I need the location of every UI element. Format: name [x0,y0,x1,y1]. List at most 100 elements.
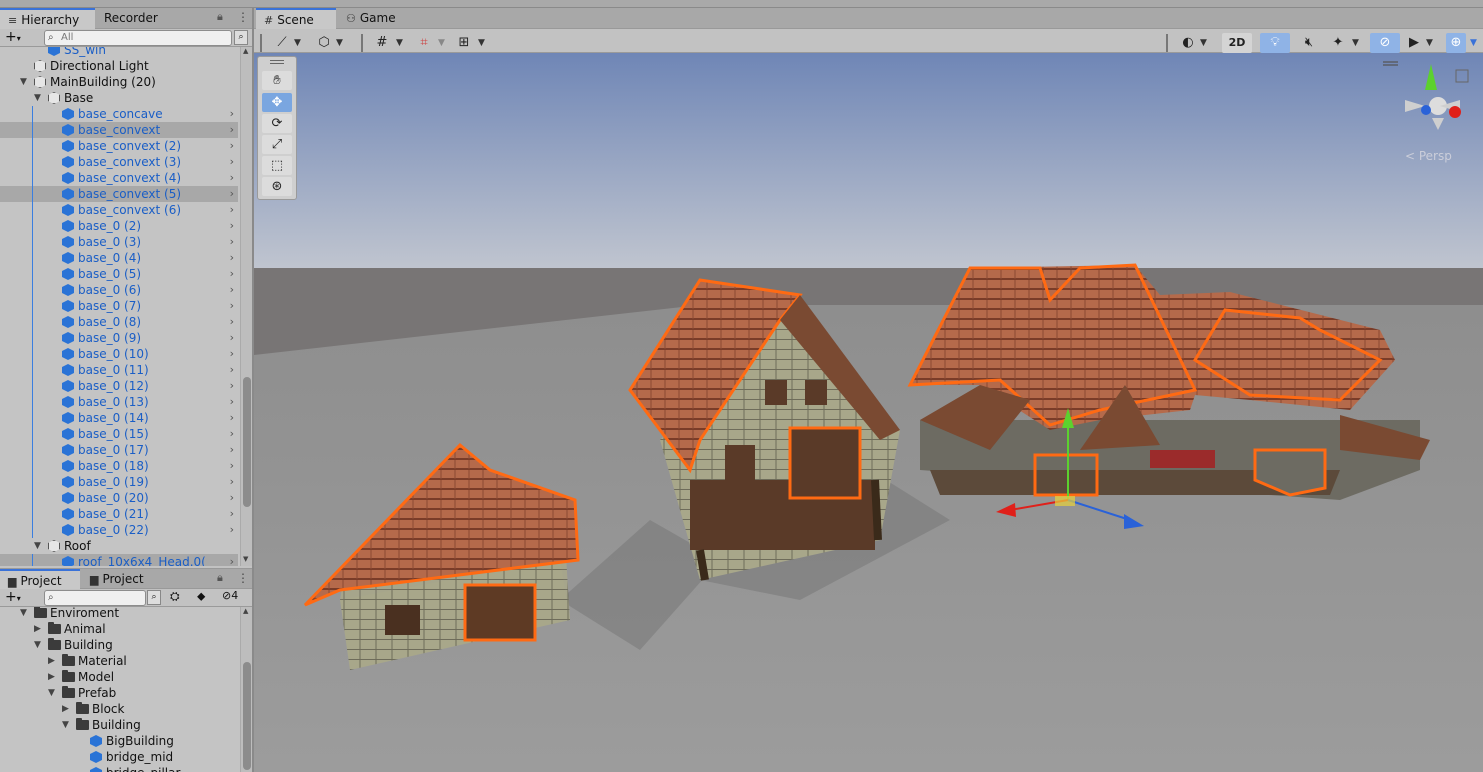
filter-by-type-icon[interactable]: ⛭ [170,589,180,604]
scroll-down-icon[interactable]: ▼ [243,555,248,563]
move-tool-icon[interactable]: ✥ [262,93,292,112]
hierarchy-row[interactable]: base_0 (5) › [0,266,238,282]
project-row[interactable]: ▼ Enviroment [0,607,238,621]
scroll-up-icon[interactable]: ▲ [243,47,248,55]
kebab-menu-icon[interactable]: ⋮ [237,10,249,24]
scroll-thumb[interactable] [243,377,251,507]
chevron-right-icon[interactable]: › [230,170,234,186]
chevron-down-icon[interactable]: ▼ [1352,33,1359,53]
chevron-right-icon[interactable]: › [230,298,234,314]
ruler-icon[interactable]: ⊞ [454,33,474,53]
chevron-down-icon[interactable]: ▼ [1470,33,1477,53]
chevron-right-icon[interactable]: › [230,378,234,394]
transform-tool-icon[interactable]: ⊛ [262,177,292,196]
hierarchy-row[interactable]: base_0 (21) › [0,506,238,522]
hierarchy-row[interactable]: base_concave › [0,106,238,122]
hidden-packages-toggle[interactable]: ⊘4 [222,589,238,602]
hierarchy-row[interactable]: base_0 (11) › [0,362,238,378]
plane-handle[interactable] [1055,496,1075,506]
chevron-right-icon[interactable]: › [230,154,234,170]
lock-icon[interactable]: 🔒︎ [217,571,223,585]
scale-tool-icon[interactable]: ⤢ [262,135,292,154]
chevron-down-icon[interactable]: ▼ [1200,33,1207,53]
chevron-right-icon[interactable]: › [230,186,234,202]
hierarchy-row[interactable]: base_convext (3) › [0,154,238,170]
chevron-right-icon[interactable]: › [230,106,234,122]
chevron-right-icon[interactable]: › [230,554,234,566]
hierarchy-row[interactable]: base_0 (4) › [0,250,238,266]
tab-project-1[interactable]: ▆ Project [0,569,80,590]
expand-arrow-icon[interactable]: ▼ [20,74,27,90]
hierarchy-row[interactable]: base_convext › [0,122,238,138]
kebab-menu-icon[interactable]: ⋮ [237,571,249,585]
hierarchy-row[interactable]: ▼ MainBuilding (20) [0,74,238,90]
gizmos-icon[interactable]: ⊕ [1446,33,1466,53]
hierarchy-row[interactable]: base_0 (17) › [0,442,238,458]
hierarchy-row[interactable]: ▼ Base [0,90,238,106]
hierarchy-row[interactable]: base_convext (5) › [0,186,238,202]
tab-scene[interactable]: # Scene [256,8,336,29]
hierarchy-row[interactable]: base_0 (13) › [0,394,238,410]
tab-game[interactable]: ⚇ Game [338,8,404,29]
chevron-down-icon[interactable]: ▼ [396,33,403,53]
rect-tool-icon[interactable]: ⬚ [262,156,292,175]
project-row[interactable]: ▶ Block [0,701,238,717]
expand-arrow-icon[interactable]: ▼ [48,685,55,701]
tab-hierarchy[interactable]: ≡ Hierarchy [0,8,95,29]
expand-arrow-icon[interactable]: ▼ [34,90,41,106]
expand-arrow-icon[interactable]: ▶ [48,653,55,669]
chevron-right-icon[interactable]: › [230,458,234,474]
project-row[interactable]: BigBuilding [0,733,238,749]
filter-by-label-icon[interactable]: ⬥ [197,589,205,604]
project-row[interactable]: ▼ Building [0,717,238,733]
add-button[interactable]: +▾ [5,29,21,47]
project-scrollbar[interactable]: ▲ [240,607,252,772]
project-row[interactable]: bridge_pillar [0,765,238,772]
hierarchy-row[interactable]: base_0 (9) › [0,330,238,346]
chevron-right-icon[interactable]: › [230,410,234,426]
chevron-right-icon[interactable]: › [230,282,234,298]
project-row[interactable]: ▶ Animal [0,621,238,637]
hierarchy-row[interactable]: base_convext (4) › [0,170,238,186]
hierarchy-row[interactable]: ▼ Roof [0,538,238,554]
chevron-right-icon[interactable]: › [230,346,234,362]
hierarchy-row[interactable]: Directional Light [0,58,238,74]
audio-toggle-icon[interactable]: 🔇︎ [1294,33,1324,53]
project-search-input[interactable]: ⌕ [44,590,146,606]
hierarchy-row[interactable]: base_0 (14) › [0,410,238,426]
increment-snap-icon[interactable]: ⌗ [414,33,434,53]
lighting-toggle-icon[interactable]: 💡︎ [1260,33,1290,53]
chevron-right-icon[interactable]: › [230,250,234,266]
hierarchy-row[interactable]: base_0 (20) › [0,490,238,506]
scroll-up-icon[interactable]: ▲ [243,607,248,615]
project-row[interactable]: ▼ Prefab [0,685,238,701]
search-filter-icon[interactable]: ⌕ [234,30,248,45]
chevron-right-icon[interactable]: › [230,202,234,218]
hierarchy-row[interactable]: base_0 (15) › [0,426,238,442]
chevron-down-icon[interactable]: ▼ [1426,33,1433,53]
hierarchy-row[interactable]: base_0 (8) › [0,314,238,330]
chevron-down-icon[interactable]: ▼ [336,33,343,53]
hierarchy-row[interactable]: base_convext (6) › [0,202,238,218]
camera-icon[interactable]: ▶︎ [1404,33,1424,53]
hand-tool-icon[interactable]: ✋︎ [262,71,292,90]
hierarchy-row[interactable]: base_0 (12) › [0,378,238,394]
project-row[interactable]: bridge_mid [0,749,238,765]
scroll-thumb[interactable] [243,662,251,770]
hierarchy-search-input[interactable]: ⌕ All [44,30,232,46]
expand-arrow-icon[interactable]: ▶ [48,669,55,685]
chevron-right-icon[interactable]: › [230,122,234,138]
project-row[interactable]: ▼ Building [0,637,238,653]
chevron-down-icon[interactable]: ▼ [294,33,301,53]
hierarchy-scrollbar[interactable]: ▲ ▼ [240,47,252,566]
hierarchy-row[interactable]: base_0 (19) › [0,474,238,490]
pivot-local-icon[interactable]: ⬡ [314,33,334,53]
chevron-right-icon[interactable]: › [230,506,234,522]
expand-arrow-icon[interactable]: ▶ [62,701,69,717]
project-row[interactable]: ▶ Model [0,669,238,685]
hierarchy-row[interactable]: base_convext (2) › [0,138,238,154]
chevron-down-icon[interactable]: ▼ [438,33,445,53]
hierarchy-row[interactable]: roof_10x6x4_Head.0(› [0,554,238,566]
expand-arrow-icon[interactable]: ▼ [62,717,69,733]
chevron-right-icon[interactable]: › [230,330,234,346]
